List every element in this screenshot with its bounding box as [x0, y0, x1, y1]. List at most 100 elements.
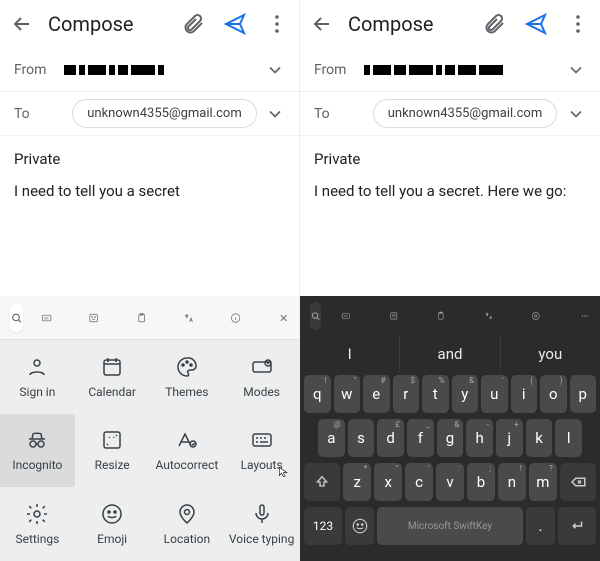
key-v[interactable]: v:: [436, 463, 464, 501]
settings-icon: [25, 502, 49, 526]
kb-option-emoji[interactable]: Emoji: [75, 487, 150, 561]
info-icon[interactable]: [230, 306, 241, 330]
resize-icon: [100, 428, 124, 452]
keyboard: GIF I and you q!w"e#r$t%y&u'i(o)p a@sd£f…: [300, 296, 600, 561]
svg-text:GIF: GIF: [44, 316, 49, 320]
key-t[interactable]: t%: [422, 375, 449, 413]
body-field[interactable]: I need to tell you a secret: [0, 182, 299, 296]
enter-key[interactable]: [558, 507, 596, 545]
space-key[interactable]: Microsoft SwiftKey: [377, 507, 523, 545]
key-j[interactable]: j+: [496, 419, 523, 457]
kb-option-incognito[interactable]: Incognito: [0, 414, 75, 488]
kb-option-location[interactable]: Location: [150, 487, 225, 561]
chevron-down-icon[interactable]: [566, 60, 586, 80]
key-f[interactable]: f_: [407, 419, 434, 457]
key-q[interactable]: q!: [304, 375, 331, 413]
kb-option-calendar[interactable]: Calendar: [75, 340, 150, 414]
compose-title: Compose: [348, 12, 482, 36]
more-icon[interactable]: [580, 304, 589, 328]
chevron-down-icon[interactable]: [265, 104, 285, 124]
more-icon[interactable]: [566, 12, 590, 36]
compose-title: Compose: [48, 12, 181, 36]
send-icon[interactable]: [223, 12, 247, 36]
kb-option-autocorrect[interactable]: Autocorrect: [150, 414, 225, 488]
key-y[interactable]: y&: [452, 375, 479, 413]
key-p[interactable]: p: [570, 375, 597, 413]
to-label: To: [314, 106, 364, 122]
clipboard-icon[interactable]: [136, 306, 147, 330]
kb-option-signin[interactable]: Sign in: [0, 340, 75, 414]
key-a[interactable]: a@: [318, 419, 345, 457]
numbers-key[interactable]: 123: [304, 507, 342, 545]
key-m[interactable]: m?: [529, 463, 557, 501]
kb-option-themes[interactable]: Themes: [150, 340, 225, 414]
sticker-icon[interactable]: [389, 304, 398, 328]
key-w[interactable]: w": [334, 375, 361, 413]
suggestion[interactable]: and: [399, 336, 499, 372]
from-label: From: [14, 62, 64, 78]
suggestion[interactable]: you: [500, 336, 600, 372]
key-g[interactable]: g&: [437, 419, 464, 457]
key-o[interactable]: o): [540, 375, 567, 413]
key-l[interactable]: l: [555, 419, 582, 457]
emoji-icon: [100, 502, 124, 526]
to-label: To: [14, 106, 64, 122]
suggestion[interactable]: I: [300, 336, 399, 372]
sticker-icon[interactable]: [88, 306, 99, 330]
attach-icon[interactable]: [181, 12, 205, 36]
chevron-down-icon[interactable]: [265, 60, 285, 80]
location-icon: [175, 502, 199, 526]
key-s[interactable]: s: [348, 419, 375, 457]
voice-icon: [250, 502, 274, 526]
body-field[interactable]: I need to tell you a secret. Here we go:: [300, 182, 600, 296]
shift-key[interactable]: [304, 463, 340, 501]
search-icon[interactable]: [310, 302, 321, 330]
more-icon[interactable]: [265, 12, 289, 36]
gif-icon[interactable]: GIF: [41, 306, 52, 330]
back-icon[interactable]: [310, 12, 334, 36]
key-u[interactable]: u': [481, 375, 508, 413]
subject-field[interactable]: Private: [300, 136, 600, 182]
key-b[interactable]: b;: [467, 463, 495, 501]
chevron-down-icon[interactable]: [566, 104, 586, 124]
period-key[interactable]: .: [526, 507, 555, 545]
key-r[interactable]: r$: [393, 375, 420, 413]
kb-option-resize[interactable]: Resize: [75, 414, 150, 488]
settings-icon[interactable]: [531, 304, 540, 328]
svg-text:GIF: GIF: [344, 314, 349, 318]
key-z[interactable]: z*: [343, 463, 371, 501]
kb-option-layouts[interactable]: Layouts: [224, 414, 299, 488]
gif-icon[interactable]: GIF: [341, 304, 350, 328]
to-chip[interactable]: unknown4355@gmail.com: [72, 99, 257, 128]
search-icon[interactable]: [10, 304, 23, 332]
key-n[interactable]: n!: [498, 463, 526, 501]
backspace-key[interactable]: [560, 463, 596, 501]
kb-option-voice[interactable]: Voice typing: [224, 487, 299, 561]
emoji-key[interactable]: [345, 507, 374, 545]
key-h[interactable]: h-: [466, 419, 493, 457]
autocorrect-icon: [175, 428, 199, 452]
close-icon[interactable]: [278, 306, 289, 330]
calendar-icon: [100, 355, 124, 379]
translate-icon[interactable]: [183, 306, 194, 330]
modes-icon: [250, 355, 274, 379]
key-x[interactable]: x": [374, 463, 402, 501]
back-icon[interactable]: [10, 12, 34, 36]
translate-icon[interactable]: [484, 304, 493, 328]
key-c[interactable]: c': [405, 463, 433, 501]
key-d[interactable]: d£: [377, 419, 404, 457]
send-icon[interactable]: [524, 12, 548, 36]
from-value[interactable]: [364, 65, 566, 75]
incognito-icon: [25, 428, 49, 452]
clipboard-icon[interactable]: [436, 304, 445, 328]
to-chip[interactable]: unknown4355@gmail.com: [373, 99, 558, 128]
key-e[interactable]: e#: [363, 375, 390, 413]
subject-field[interactable]: Private: [0, 136, 299, 182]
from-value[interactable]: [64, 65, 265, 75]
key-k[interactable]: k: [526, 419, 553, 457]
from-label: From: [314, 62, 364, 78]
key-i[interactable]: i(: [511, 375, 538, 413]
kb-option-settings[interactable]: Settings: [0, 487, 75, 561]
kb-option-modes[interactable]: Modes: [224, 340, 299, 414]
attach-icon[interactable]: [482, 12, 506, 36]
